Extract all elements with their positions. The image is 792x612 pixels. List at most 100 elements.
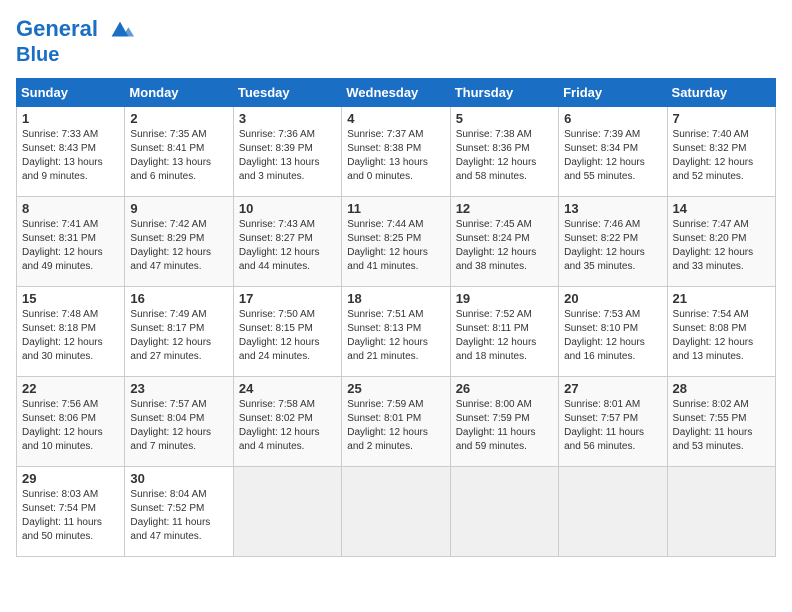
day-info: Sunrise: 7:53 AMSunset: 8:10 PMDaylight:… <box>564 308 661 364</box>
day-info: Sunrise: 7:54 AMSunset: 8:08 PMDaylight:… <box>673 308 770 364</box>
day-info: Sunrise: 7:57 AMSunset: 8:04 PMDaylight:… <box>130 398 227 454</box>
day-info: Sunrise: 7:39 AMSunset: 8:34 PMDaylight:… <box>564 128 661 184</box>
column-header-tuesday: Tuesday <box>233 79 341 107</box>
calendar-week-3: 15 Sunrise: 7:48 AMSunset: 8:18 PMDayligh… <box>17 287 776 377</box>
calendar-cell: 30 Sunrise: 8:04 AMSunset: 7:52 PMDayligh… <box>125 467 233 557</box>
calendar-cell: 4 Sunrise: 7:37 AMSunset: 8:38 PMDaylight… <box>342 107 450 197</box>
day-number: 15 <box>22 291 119 306</box>
day-info: Sunrise: 7:52 AMSunset: 8:11 PMDaylight:… <box>456 308 553 364</box>
day-number: 11 <box>347 201 444 216</box>
logo: General Blue <box>16 16 134 66</box>
page-header: General Blue <box>16 16 776 66</box>
calendar-cell: 22 Sunrise: 7:56 AMSunset: 8:06 PMDayligh… <box>17 377 125 467</box>
day-info: Sunrise: 7:50 AMSunset: 8:15 PMDaylight:… <box>239 308 336 364</box>
logo-text: General <box>16 16 134 44</box>
calendar-cell: 18 Sunrise: 7:51 AMSunset: 8:13 PMDayligh… <box>342 287 450 377</box>
day-number: 2 <box>130 111 227 126</box>
calendar-cell <box>559 467 667 557</box>
day-info: Sunrise: 8:04 AMSunset: 7:52 PMDaylight:… <box>130 488 227 544</box>
calendar-week-4: 22 Sunrise: 7:56 AMSunset: 8:06 PMDayligh… <box>17 377 776 467</box>
calendar-cell: 13 Sunrise: 7:46 AMSunset: 8:22 PMDayligh… <box>559 197 667 287</box>
calendar-cell: 21 Sunrise: 7:54 AMSunset: 8:08 PMDayligh… <box>667 287 775 377</box>
day-info: Sunrise: 8:02 AMSunset: 7:55 PMDaylight:… <box>673 398 770 454</box>
calendar-cell: 19 Sunrise: 7:52 AMSunset: 8:11 PMDayligh… <box>450 287 558 377</box>
calendar-table: SundayMondayTuesdayWednesdayThursdayFrid… <box>16 78 776 557</box>
column-header-wednesday: Wednesday <box>342 79 450 107</box>
day-number: 6 <box>564 111 661 126</box>
calendar-cell: 7Sunrise: 7:40 AMSunset: 8:32 PMDaylight… <box>667 107 775 197</box>
day-number: 22 <box>22 381 119 396</box>
calendar-cell: 26 Sunrise: 8:00 AMSunset: 7:59 PMDayligh… <box>450 377 558 467</box>
column-header-sunday: Sunday <box>17 79 125 107</box>
day-number: 8 <box>22 201 119 216</box>
calendar-cell <box>342 467 450 557</box>
day-number: 29 <box>22 471 119 486</box>
day-info: Sunrise: 7:46 AMSunset: 8:22 PMDaylight:… <box>564 218 661 274</box>
calendar-cell: 27 Sunrise: 8:01 AMSunset: 7:57 PMDayligh… <box>559 377 667 467</box>
day-info: Sunrise: 8:01 AMSunset: 7:57 PMDaylight:… <box>564 398 661 454</box>
calendar-cell: 2 Sunrise: 7:35 AMSunset: 8:41 PMDaylight… <box>125 107 233 197</box>
calendar-cell: 17 Sunrise: 7:50 AMSunset: 8:15 PMDayligh… <box>233 287 341 377</box>
day-number: 18 <box>347 291 444 306</box>
day-number: 21 <box>673 291 770 306</box>
calendar-cell: 14Sunrise: 7:47 AMSunset: 8:20 PMDayligh… <box>667 197 775 287</box>
calendar-cell <box>667 467 775 557</box>
calendar-cell: 10Sunrise: 7:43 AMSunset: 8:27 PMDayligh… <box>233 197 341 287</box>
day-number: 26 <box>456 381 553 396</box>
day-number: 4 <box>347 111 444 126</box>
day-info: Sunrise: 7:51 AMSunset: 8:13 PMDaylight:… <box>347 308 444 364</box>
day-number: 12 <box>456 201 553 216</box>
day-info: Sunrise: 7:44 AMSunset: 8:25 PMDaylight:… <box>347 218 444 274</box>
calendar-cell: 25 Sunrise: 7:59 AMSunset: 8:01 PMDayligh… <box>342 377 450 467</box>
day-number: 3 <box>239 111 336 126</box>
day-number: 9 <box>130 201 227 216</box>
calendar-cell: 1Sunrise: 7:33 AMSunset: 8:43 PMDaylight… <box>17 107 125 197</box>
calendar-cell: 29 Sunrise: 8:03 AMSunset: 7:54 PMDayligh… <box>17 467 125 557</box>
day-number: 25 <box>347 381 444 396</box>
day-number: 28 <box>673 381 770 396</box>
day-info: Sunrise: 7:48 AMSunset: 8:18 PMDaylight:… <box>22 308 119 364</box>
calendar-body: 1Sunrise: 7:33 AMSunset: 8:43 PMDaylight… <box>17 107 776 557</box>
day-info: Sunrise: 7:58 AMSunset: 8:02 PMDaylight:… <box>239 398 336 454</box>
day-info: Sunrise: 7:38 AMSunset: 8:36 PMDaylight:… <box>456 128 553 184</box>
calendar-cell <box>233 467 341 557</box>
calendar-cell: 24Sunrise: 7:58 AMSunset: 8:02 PMDayligh… <box>233 377 341 467</box>
calendar-cell: 16 Sunrise: 7:49 AMSunset: 8:17 PMDayligh… <box>125 287 233 377</box>
column-header-friday: Friday <box>559 79 667 107</box>
calendar-cell <box>450 467 558 557</box>
calendar-header-row: SundayMondayTuesdayWednesdayThursdayFrid… <box>17 79 776 107</box>
day-number: 23 <box>130 381 227 396</box>
day-info: Sunrise: 7:41 AMSunset: 8:31 PMDaylight:… <box>22 218 119 274</box>
calendar-cell: 9 Sunrise: 7:42 AMSunset: 8:29 PMDaylight… <box>125 197 233 287</box>
day-number: 30 <box>130 471 227 486</box>
day-number: 19 <box>456 291 553 306</box>
calendar-cell: 12 Sunrise: 7:45 AMSunset: 8:24 PMDayligh… <box>450 197 558 287</box>
day-info: Sunrise: 7:42 AMSunset: 8:29 PMDaylight:… <box>130 218 227 274</box>
day-number: 17 <box>239 291 336 306</box>
column-header-saturday: Saturday <box>667 79 775 107</box>
day-info: Sunrise: 7:56 AMSunset: 8:06 PMDaylight:… <box>22 398 119 454</box>
day-info: Sunrise: 7:35 AMSunset: 8:41 PMDaylight:… <box>130 128 227 184</box>
calendar-cell: 3Sunrise: 7:36 AMSunset: 8:39 PMDaylight… <box>233 107 341 197</box>
day-info: Sunrise: 7:43 AMSunset: 8:27 PMDaylight:… <box>239 218 336 274</box>
day-info: Sunrise: 7:59 AMSunset: 8:01 PMDaylight:… <box>347 398 444 454</box>
calendar-cell: 11 Sunrise: 7:44 AMSunset: 8:25 PMDayligh… <box>342 197 450 287</box>
day-info: Sunrise: 7:47 AMSunset: 8:20 PMDaylight:… <box>673 218 770 274</box>
calendar-cell: 20Sunrise: 7:53 AMSunset: 8:10 PMDayligh… <box>559 287 667 377</box>
day-number: 13 <box>564 201 661 216</box>
calendar-week-1: 1Sunrise: 7:33 AMSunset: 8:43 PMDaylight… <box>17 107 776 197</box>
day-info: Sunrise: 7:45 AMSunset: 8:24 PMDaylight:… <box>456 218 553 274</box>
day-number: 16 <box>130 291 227 306</box>
day-info: Sunrise: 7:40 AMSunset: 8:32 PMDaylight:… <box>673 128 770 184</box>
day-info: Sunrise: 7:37 AMSunset: 8:38 PMDaylight:… <box>347 128 444 184</box>
calendar-week-2: 8 Sunrise: 7:41 AMSunset: 8:31 PMDaylight… <box>17 197 776 287</box>
calendar-cell: 8 Sunrise: 7:41 AMSunset: 8:31 PMDaylight… <box>17 197 125 287</box>
calendar-cell: 5Sunrise: 7:38 AMSunset: 8:36 PMDaylight… <box>450 107 558 197</box>
day-number: 1 <box>22 111 119 126</box>
calendar-cell: 6 Sunrise: 7:39 AMSunset: 8:34 PMDaylight… <box>559 107 667 197</box>
day-info: Sunrise: 7:49 AMSunset: 8:17 PMDaylight:… <box>130 308 227 364</box>
day-info: Sunrise: 8:00 AMSunset: 7:59 PMDaylight:… <box>456 398 553 454</box>
day-number: 27 <box>564 381 661 396</box>
column-header-monday: Monday <box>125 79 233 107</box>
day-info: Sunrise: 8:03 AMSunset: 7:54 PMDaylight:… <box>22 488 119 544</box>
